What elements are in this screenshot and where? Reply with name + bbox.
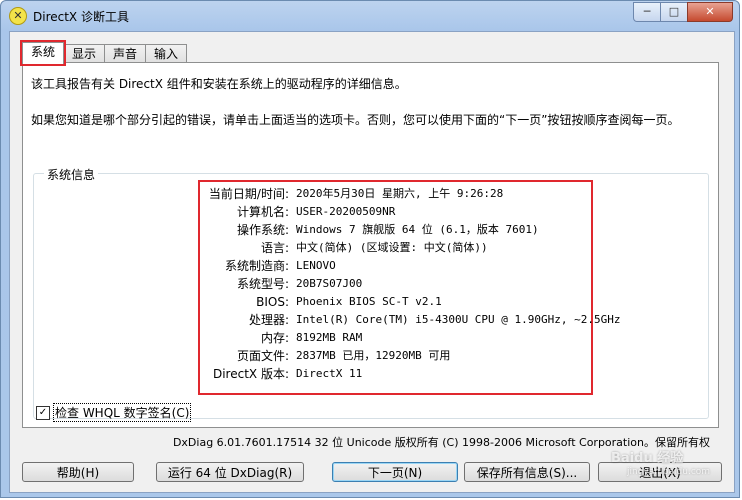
window-controls: ─ □ ✕: [633, 2, 733, 22]
info-row-model: 系统型号: 20B7S07J00: [200, 275, 595, 293]
maximize-button[interactable]: □: [660, 2, 688, 22]
tab-system[interactable]: 系统: [19, 40, 67, 66]
info-row-memory: 内存: 8192MB RAM: [200, 329, 595, 347]
info-row-processor: 处理器: Intel(R) Core(TM) i5-4300U CPU @ 1.…: [200, 311, 621, 329]
info-label: 系统制造商:: [224, 259, 289, 273]
info-row-os: 操作系统: Windows 7 旗舰版 64 位 (6.1，版本 7601): [200, 221, 595, 239]
copyright-text: DxDiag 6.01.7601.17514 32 位 Unicode 版权所有…: [172, 436, 710, 449]
title-bar[interactable]: ✕ DirectX 诊断工具 ─ □ ✕: [1, 1, 739, 31]
info-label: 处理器:: [248, 313, 289, 327]
info-label: 页面文件:: [236, 349, 289, 363]
info-row-datetime: 当前日期/时间: 2020年5月30日 星期六, 上午 9:26:28: [200, 185, 595, 203]
info-value: Phoenix BIOS SC-T v2.1: [296, 295, 442, 308]
info-row-bios: BIOS: Phoenix BIOS SC-T v2.1: [200, 293, 595, 311]
info-value: 2837MB 已用，12920MB 可用: [296, 349, 451, 362]
info-value: 8192MB RAM: [296, 331, 363, 344]
close-button[interactable]: ✕: [687, 2, 733, 22]
minimize-button[interactable]: ─: [633, 2, 661, 22]
info-label: DirectX 版本:: [212, 367, 289, 381]
tab-input[interactable]: 输入: [145, 44, 188, 63]
info-label: 内存:: [260, 331, 289, 345]
system-info-group: 系统信息 当前日期/时间: 2020年5月30日 星期六, 上午 9:26:28…: [33, 166, 709, 419]
client-area: 系统 显示 声音 输入 该工具报告有关 DirectX 组件和安装在系统上的驱动…: [9, 31, 735, 493]
dxdiag-window: ✕ DirectX 诊断工具 ─ □ ✕ 系统 显示 声音 输入 该工具报告有关…: [0, 0, 740, 498]
window-title: DirectX 诊断工具: [33, 10, 129, 24]
info-row-computer-name: 计算机名: USER-20200509NR: [200, 203, 595, 221]
info-label: 语言:: [260, 241, 289, 255]
whql-checkbox-label[interactable]: 检查 WHQL 数字签名(C): [53, 403, 192, 422]
run-64bit-dxdiag-button[interactable]: 运行 64 位 DxDiag(R): [156, 462, 304, 482]
system-info-highlight: 当前日期/时间: 2020年5月30日 星期六, 上午 9:26:28 计算机名…: [198, 180, 621, 395]
info-value: Windows 7 旗舰版 64 位 (6.1，版本 7601): [296, 223, 539, 236]
info-value: 20B7S07J00: [296, 277, 363, 290]
intro-text-2: 如果您知道是哪个部分引起的错误，请单击上面适当的选项卡。否则，您可以使用下面的“…: [31, 113, 680, 127]
info-value: Intel(R) Core(TM) i5-4300U CPU @ 1.90GHz…: [296, 313, 621, 326]
info-value: LENOVO: [296, 259, 336, 272]
tab-display[interactable]: 显示: [63, 44, 106, 63]
save-all-info-button[interactable]: 保存所有信息(S)...: [464, 462, 590, 482]
info-row-directx-version: DirectX 版本: DirectX 11: [200, 365, 595, 383]
baidu-watermark-url: jingyan.baidu.com: [627, 467, 711, 477]
intro-text-1: 该工具报告有关 DirectX 组件和安装在系统上的驱动程序的详细信息。: [31, 77, 407, 91]
tab-strip: 系统 显示 声音 输入: [19, 40, 188, 66]
whql-checkbox[interactable]: ✓: [36, 405, 50, 420]
info-label: 系统型号:: [236, 277, 289, 291]
group-label: 系统信息: [44, 166, 99, 183]
info-row-manufacturer: 系统制造商: LENOVO: [200, 257, 595, 275]
system-tab-panel: 该工具报告有关 DirectX 组件和安装在系统上的驱动程序的详细信息。 如果您…: [22, 62, 719, 428]
info-label: BIOS:: [256, 295, 289, 309]
info-value: DirectX 11: [296, 367, 363, 380]
help-button[interactable]: 帮助(H): [22, 462, 134, 482]
info-label: 计算机名:: [236, 205, 289, 219]
info-row-page-file: 页面文件: 2837MB 已用，12920MB 可用: [200, 347, 595, 365]
tab-sound[interactable]: 声音: [104, 44, 147, 63]
directx-app-icon: ✕: [9, 7, 27, 25]
info-value: USER-20200509NR: [296, 205, 396, 218]
info-value: 中文(简体) (区域设置: 中文(简体)): [296, 241, 488, 254]
info-label: 操作系统:: [236, 223, 289, 237]
whql-check-row[interactable]: ✓ 检查 WHQL 数字签名(C): [36, 403, 192, 422]
button-row: 帮助(H) 运行 64 位 DxDiag(R) 下一页(N) 保存所有信息(S)…: [22, 462, 722, 484]
next-page-button[interactable]: 下一页(N): [332, 462, 458, 482]
info-value: 2020年5月30日 星期六, 上午 9:26:28: [296, 187, 504, 200]
info-label: 当前日期/时间:: [208, 187, 289, 201]
info-row-language: 语言: 中文(简体) (区域设置: 中文(简体)): [200, 239, 595, 257]
